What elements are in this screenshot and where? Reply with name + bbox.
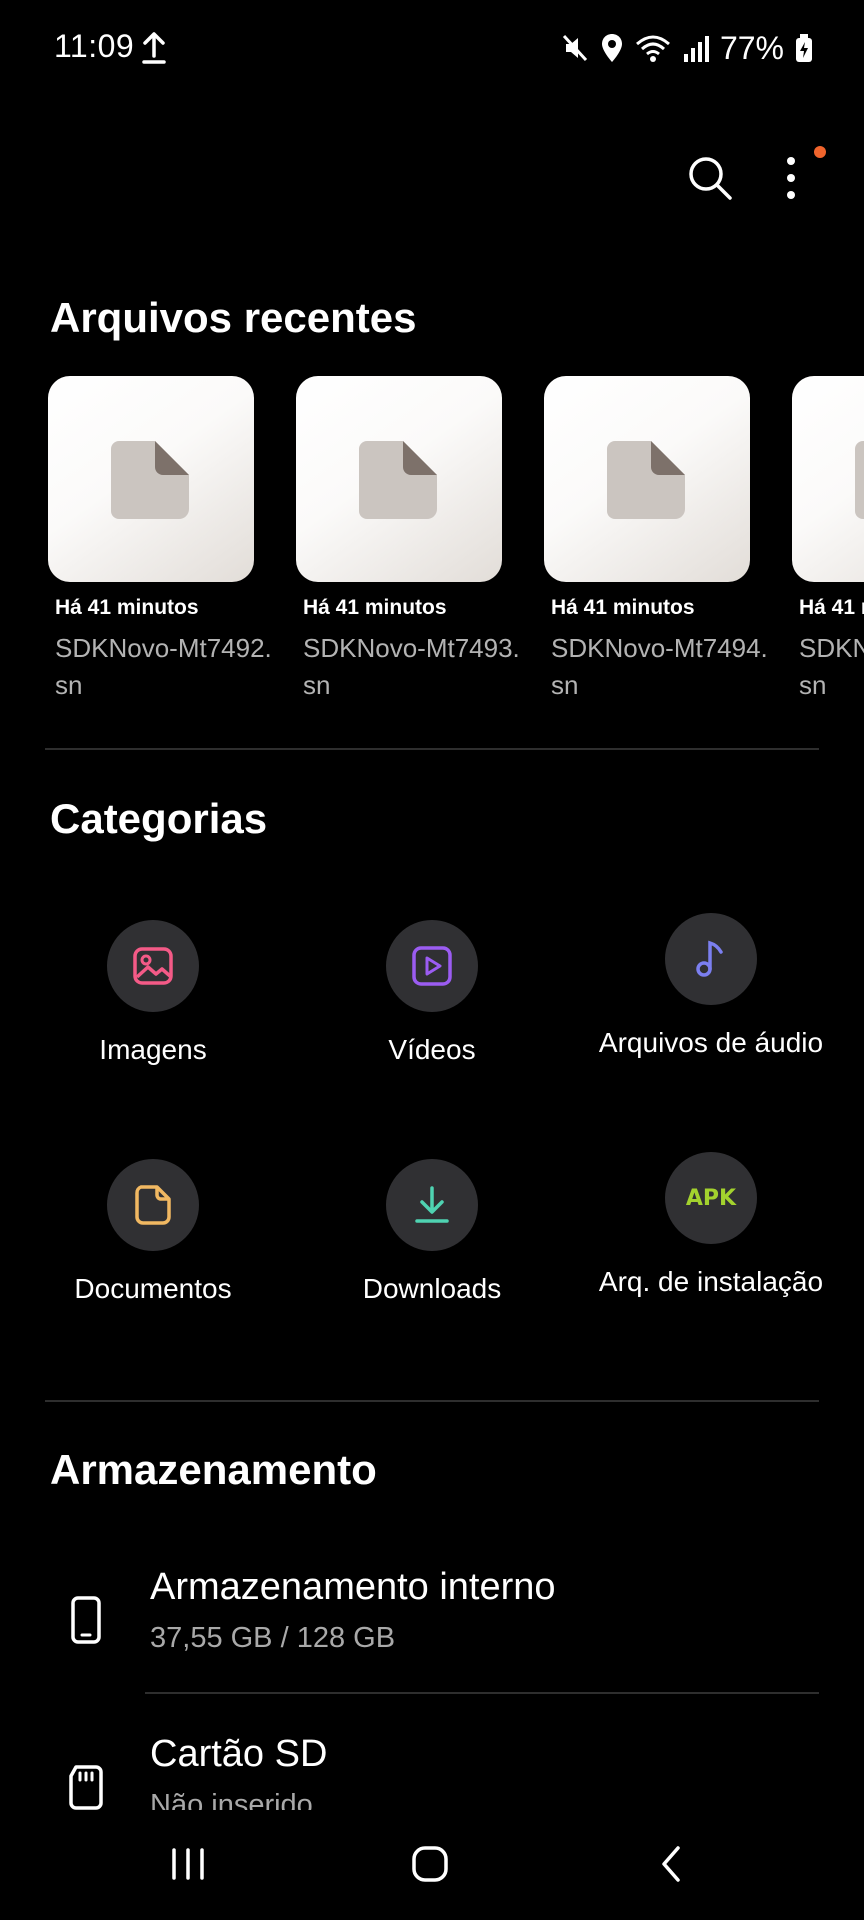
storage-internal-title: Armazenamento interno: [150, 1566, 556, 1608]
recent-file-card[interactable]: Há 41 minutos SDKNovo-Mt7493.sn: [296, 376, 520, 704]
wifi-icon: [635, 35, 670, 62]
signal-icon: [683, 36, 709, 62]
recent-apps-icon[interactable]: [158, 1834, 218, 1894]
recent-file-card[interactable]: Há 41 minutos SDKNovo-Mt7492.sn: [48, 376, 272, 704]
file-thumbnail[interactable]: [48, 376, 254, 582]
recent-files-title: Arquivos recentes: [50, 294, 417, 341]
category-images-circle[interactable]: [107, 920, 199, 1012]
recent-file-card[interactable]: Há 41 minutos SDKNovo-Mt7494.sn: [544, 376, 768, 704]
recent-files-list[interactable]: Há 41 minutos SDKNovo-Mt7492.sn Há 41 mi…: [48, 376, 864, 706]
search-icon[interactable]: [684, 152, 736, 204]
category-videos[interactable]: Vídeos: [312, 920, 552, 1070]
image-icon: [133, 947, 173, 985]
location-icon: [601, 34, 622, 62]
recent-file-card[interactable]: Há 41 minutos SDKNovo-Mt7495.sn: [792, 376, 864, 704]
category-images[interactable]: Imagens: [33, 920, 273, 1070]
recent-file-name: SDKNovo-Mt7495.sn: [799, 633, 864, 700]
storage-sd-status: Não inserido: [150, 1789, 313, 1810]
notification-dot: [814, 146, 826, 158]
category-documents[interactable]: Documentos: [33, 1159, 273, 1309]
music-note-icon: [696, 940, 723, 977]
status-bar: 11:09 77%: [0, 0, 864, 96]
recent-file-time: Há 41 minutos: [303, 596, 447, 619]
mute-icon: [562, 34, 588, 62]
more-vert-icon[interactable]: [776, 152, 806, 204]
apk-icon: APK: [685, 1185, 737, 1211]
storage-sd-card[interactable]: Cartão SD Não inserido: [48, 1733, 838, 1810]
recent-file-time: Há 41 minutos: [799, 596, 864, 619]
storage-sd-title: Cartão SD: [150, 1733, 328, 1775]
storage-internal-usage: 37,55 GB / 128 GB: [150, 1622, 396, 1654]
status-time: 11:09: [54, 28, 135, 64]
recent-file-time: Há 41 minutos: [551, 596, 695, 619]
battery-percent: 77%: [719, 29, 784, 66]
file-thumbnail[interactable]: [792, 376, 864, 582]
category-audio-circle[interactable]: [665, 913, 757, 1005]
categories-title: Categorias: [50, 795, 268, 842]
document-file-icon: [111, 441, 189, 519]
category-downloads[interactable]: Downloads: [312, 1159, 552, 1309]
document-file-icon: [359, 441, 437, 519]
home-icon[interactable]: [400, 1834, 460, 1894]
file-thumbnail[interactable]: [296, 376, 502, 582]
file-thumbnail[interactable]: [544, 376, 750, 582]
category-label: Documentos: [74, 1273, 232, 1304]
storage-title: Armazenamento: [50, 1446, 377, 1493]
recent-file-time: Há 41 minutos: [55, 596, 199, 619]
category-label: Imagens: [99, 1034, 207, 1065]
category-label: Vídeos: [388, 1034, 476, 1065]
status-icons: 77%: [560, 30, 814, 66]
category-install-files[interactable]: APK Arq. de instalação: [591, 1152, 831, 1302]
category-label: Arquivos de áudio: [598, 1027, 824, 1058]
navigation-bar: [0, 1812, 864, 1920]
document-file-icon: [855, 441, 864, 519]
upload-icon: [142, 32, 166, 64]
category-videos-circle[interactable]: [386, 920, 478, 1012]
section-divider: [45, 748, 819, 750]
storage-divider: [145, 1692, 819, 1694]
video-icon: [412, 946, 452, 986]
back-icon[interactable]: [642, 1834, 702, 1894]
storage-internal[interactable]: Armazenamento interno 37,55 GB / 128 GB: [48, 1566, 838, 1686]
document-icon: [135, 1185, 171, 1225]
document-file-icon: [607, 441, 685, 519]
section-divider: [45, 1400, 819, 1402]
recent-file-name: SDKNovo-Mt7494.sn: [551, 633, 768, 700]
category-downloads-circle[interactable]: [386, 1159, 478, 1251]
phone-icon: [71, 1596, 101, 1644]
category-audio[interactable]: Arquivos de áudio: [591, 913, 831, 1063]
sd-card-icon: [69, 1765, 103, 1810]
category-install-circle[interactable]: APK: [665, 1152, 757, 1244]
category-documents-circle[interactable]: [107, 1159, 199, 1251]
recent-file-name: SDKNovo-Mt7493.sn: [303, 633, 520, 700]
category-label: Arq. de instalação: [598, 1266, 824, 1297]
recent-file-name: SDKNovo-Mt7492.sn: [55, 633, 272, 700]
battery-icon: [796, 34, 812, 62]
download-icon: [415, 1186, 449, 1223]
category-label: Downloads: [362, 1273, 502, 1304]
